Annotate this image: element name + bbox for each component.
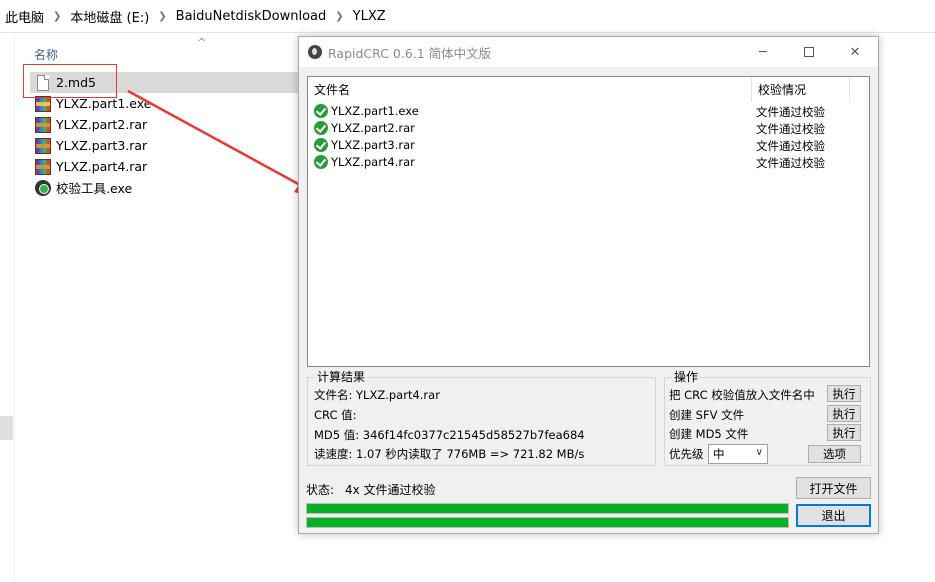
- execute-create-sfv-button[interactable]: 执行: [827, 405, 861, 422]
- list-item-status: 文件通过校验: [756, 139, 825, 153]
- list-item-status: 文件通过校验: [756, 122, 825, 136]
- priority-value: 中: [713, 447, 725, 461]
- result-md5: MD5 值: 346f14fc0377c21545d58527b7fea684: [314, 428, 585, 442]
- check-passed-icon: [314, 104, 328, 118]
- breadcrumb-chevron-icon: ❯: [53, 10, 62, 22]
- list-header: 文件名 校验情况: [308, 77, 869, 102]
- list-item[interactable]: YLXZ.part4.rar 文件通过校验: [308, 154, 869, 171]
- result-crc: CRC 值:: [314, 408, 357, 422]
- list-item-name: YLXZ.part1.exe: [331, 104, 419, 118]
- file-row-part4-rar[interactable]: YLXZ.part4.rar: [30, 156, 305, 177]
- breadcrumb-drive-e[interactable]: 本地磁盘 (E:): [70, 7, 149, 26]
- result-speed: 读速度: 1.07 秒内读取了 776MB => 721.82 MB/s: [314, 447, 585, 461]
- group-title: 操作: [672, 370, 701, 384]
- maximize-button[interactable]: [786, 37, 832, 67]
- file-name: YLXZ.part2.rar: [56, 117, 148, 132]
- progress-bar-total: [306, 517, 789, 528]
- annotation-highlight-box: [23, 64, 117, 98]
- close-button[interactable]: ✕: [832, 37, 878, 67]
- status-text: 4x 文件通过校验: [345, 483, 436, 497]
- address-breadcrumb[interactable]: 此电脑 ❯ 本地磁盘 (E:) ❯ BaiduNetdiskDownload ❯…: [0, 0, 935, 33]
- sort-ascending-icon: ^: [197, 36, 207, 49]
- breadcrumb-ylxz-folder[interactable]: YLXZ: [353, 9, 386, 24]
- list-item-name: YLXZ.part2.rar: [331, 121, 415, 135]
- maximize-icon: [804, 47, 814, 57]
- options-button[interactable]: 选项: [808, 445, 861, 463]
- breadcrumb-chevron-icon: ❯: [158, 10, 167, 22]
- list-item[interactable]: YLXZ.part1.exe 文件通过校验: [308, 103, 869, 120]
- progress-fill: [307, 504, 788, 513]
- priority-select[interactable]: 中 ∨: [708, 444, 768, 464]
- file-name: 校验工具.exe: [56, 181, 133, 196]
- file-name: YLXZ.part1.exe: [56, 96, 152, 111]
- breadcrumb-this-pc[interactable]: 此电脑: [5, 7, 44, 26]
- list-item-status: 文件通过校验: [756, 156, 825, 170]
- result-filename: 文件名: YLXZ.part4.rar: [314, 388, 440, 402]
- group-title: 计算结果: [315, 370, 368, 384]
- minimize-button[interactable]: ─: [740, 37, 786, 67]
- column-header-filename[interactable]: 文件名: [308, 77, 752, 102]
- file-name: YLXZ.part4.rar: [56, 159, 148, 174]
- rapidcrc-window: RapidCRC 0.6.1 简体中文版 ─ ✕ 文件名 校验情况 YLXZ.p…: [298, 36, 879, 534]
- list-item-name: YLXZ.part3.rar: [331, 138, 415, 152]
- op-crc-to-filename-label: 把 CRC 校验值放入文件名中: [669, 388, 815, 402]
- rapidcrc-app-icon: [308, 45, 322, 59]
- list-item-status: 文件通过校验: [756, 105, 825, 119]
- navigation-scrollbar-thumb[interactable]: [0, 416, 13, 440]
- calculation-result-group: 计算结果 文件名: YLXZ.part4.rar CRC 值: MD5 值: 3…: [307, 370, 656, 466]
- open-file-button[interactable]: 打开文件: [796, 477, 871, 499]
- results-list-view[interactable]: 文件名 校验情况 YLXZ.part1.exe 文件通过校验 YLXZ.part…: [307, 76, 870, 367]
- list-item-name: YLXZ.part4.rar: [331, 155, 415, 169]
- execute-create-md5-button[interactable]: 执行: [827, 424, 861, 441]
- file-row-verify-tool[interactable]: 校验工具.exe: [30, 177, 305, 198]
- status-label: 状态:: [306, 483, 335, 497]
- list-item[interactable]: YLXZ.part3.rar 文件通过校验: [308, 137, 869, 154]
- window-titlebar[interactable]: RapidCRC 0.6.1 简体中文版 ─ ✕: [299, 37, 878, 67]
- check-passed-icon: [314, 138, 328, 152]
- check-passed-icon: [314, 155, 328, 169]
- winrar-archive-icon: [35, 116, 51, 133]
- priority-label: 优先级: [669, 447, 704, 461]
- window-title: RapidCRC 0.6.1 简体中文版: [328, 45, 492, 61]
- operations-group: 操作 把 CRC 校验值放入文件名中 执行 创建 SFV 文件 执行 创建 MD…: [664, 370, 871, 466]
- winrar-archive-icon: [35, 158, 51, 175]
- file-row-part3-rar[interactable]: YLXZ.part3.rar: [30, 135, 305, 156]
- check-passed-icon: [314, 121, 328, 135]
- file-row-part2-rar[interactable]: YLXZ.part2.rar: [30, 114, 305, 135]
- rapidcrc-app-icon: [35, 179, 51, 196]
- column-header-name[interactable]: 名称: [34, 46, 58, 63]
- progress-bar-file: [306, 503, 789, 514]
- op-create-sfv-label: 创建 SFV 文件: [669, 408, 745, 422]
- column-header-status[interactable]: 校验情况: [752, 77, 850, 102]
- file-name: YLXZ.part3.rar: [56, 138, 148, 153]
- exit-button[interactable]: 退出: [796, 504, 871, 527]
- breadcrumb-chevron-icon: ❯: [335, 10, 344, 22]
- chevron-down-icon: ∨: [755, 447, 763, 458]
- execute-crc-to-filename-button[interactable]: 执行: [827, 385, 861, 402]
- navigation-pane-edge: [0, 34, 15, 582]
- op-create-md5-label: 创建 MD5 文件: [669, 427, 749, 441]
- winrar-archive-icon: [35, 137, 51, 154]
- list-item[interactable]: YLXZ.part2.rar 文件通过校验: [308, 120, 869, 137]
- progress-fill: [307, 518, 788, 527]
- breadcrumb-baidu-folder[interactable]: BaiduNetdiskDownload: [176, 9, 327, 24]
